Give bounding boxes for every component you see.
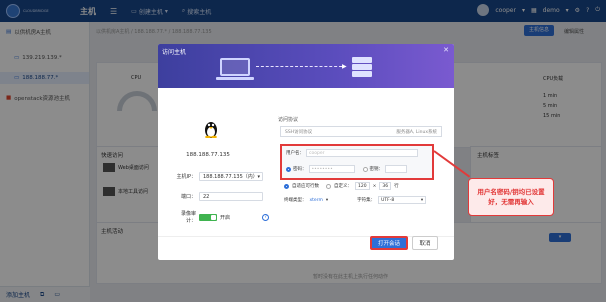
dialog-header: 访问主机 ✕ ▶ [158, 44, 454, 88]
audit-label: 录像审计： [180, 211, 196, 224]
annotation-callout: 用户名密码/钥均已设置好，无需再输入 [468, 178, 554, 216]
charset-label: 字符集： [357, 198, 376, 203]
key-radio[interactable] [362, 166, 368, 172]
dialog-footer [158, 236, 454, 260]
terminal-select[interactable]: xterm [310, 198, 323, 203]
charset-value: UTF-8 [381, 197, 395, 203]
host-ip-value: 188.188.77.135（内） [203, 174, 258, 180]
host-ip-select[interactable]: 188.188.77.135（内） ▾ [199, 172, 263, 181]
laptop-base-icon [216, 77, 254, 80]
audit-row: 录像审计： 开启 ? [172, 210, 270, 224]
protocol-hint: 服务器A, Linux系统 [396, 129, 437, 135]
key-label: 密钥： [369, 167, 384, 172]
chevron-down-icon: ▾ [257, 173, 260, 180]
open-session-button[interactable]: 打开会话 [370, 236, 408, 250]
custom-radio[interactable] [326, 183, 331, 189]
linux-tux-icon [205, 122, 217, 138]
arrow-right-icon: ▶ [342, 63, 347, 70]
charset-select[interactable]: UTF-8 ▾ [378, 196, 427, 204]
password-radio[interactable] [286, 166, 291, 172]
username-row: 用户名： cooper [286, 149, 418, 157]
laptop-icon [220, 58, 250, 76]
close-icon[interactable]: ✕ [443, 46, 449, 54]
credential-box: 用户名： cooper 密码： •••••••• 密钥： [280, 144, 434, 180]
terminal-label: 终端类型： [284, 198, 307, 203]
terminal-row: 终端类型： xterm ▾ 字符集： UTF-8 ▾ [284, 196, 427, 204]
audit-state: 开启 [220, 214, 231, 221]
chevron-down-icon: ▾ [325, 197, 329, 203]
access-host-dialog: 访问主机 ✕ ▶ 188.188.77.135 主机IP： 188.188.77… [158, 44, 454, 260]
host-ip-label: 主机IP： [176, 174, 197, 180]
cancel-button[interactable]: 取消 [412, 236, 438, 250]
size-row: 自适应可行数 自定义： 120 × 36 行 [284, 182, 399, 190]
password-label: 密码： [293, 167, 307, 172]
host-ip-row: 主机IP： 188.188.77.135（内） ▾ [172, 172, 263, 181]
rows-unit: 行 [394, 184, 399, 189]
help-icon[interactable]: ? [262, 213, 270, 221]
connection-dash [256, 66, 342, 67]
chevron-down-icon: ▾ [420, 197, 424, 203]
protocol-section-label: 访问协议 [278, 117, 299, 123]
protocol-select[interactable]: SSH访问协议 服务器A, Linux系统 [280, 126, 442, 137]
port-input[interactable]: 22 [199, 192, 263, 201]
host-ip-display: 188.188.77.135 [186, 152, 230, 158]
password-field[interactable]: •••••••• [308, 165, 355, 173]
adaptive-label: 自适应可行数 [292, 184, 319, 189]
port-row: 端口： 22 [172, 192, 263, 201]
key-field[interactable] [385, 165, 407, 173]
rows-input[interactable]: 36 [379, 182, 392, 190]
custom-label: 自定义： [334, 184, 352, 189]
username-field[interactable]: cooper [306, 149, 418, 157]
port-label: 端口： [180, 194, 196, 200]
audit-toggle[interactable] [199, 213, 217, 221]
dialog-title: 访问主机 [162, 49, 187, 56]
username-label: 用户名： [286, 151, 304, 156]
cols-input[interactable]: 120 [355, 182, 370, 190]
times-icon: × [372, 183, 377, 189]
password-row: 密码： •••••••• 密钥： [286, 165, 407, 173]
adaptive-radio[interactable] [284, 183, 289, 189]
server-icon [352, 57, 372, 79]
protocol-value: SSH访问协议 [285, 129, 313, 135]
